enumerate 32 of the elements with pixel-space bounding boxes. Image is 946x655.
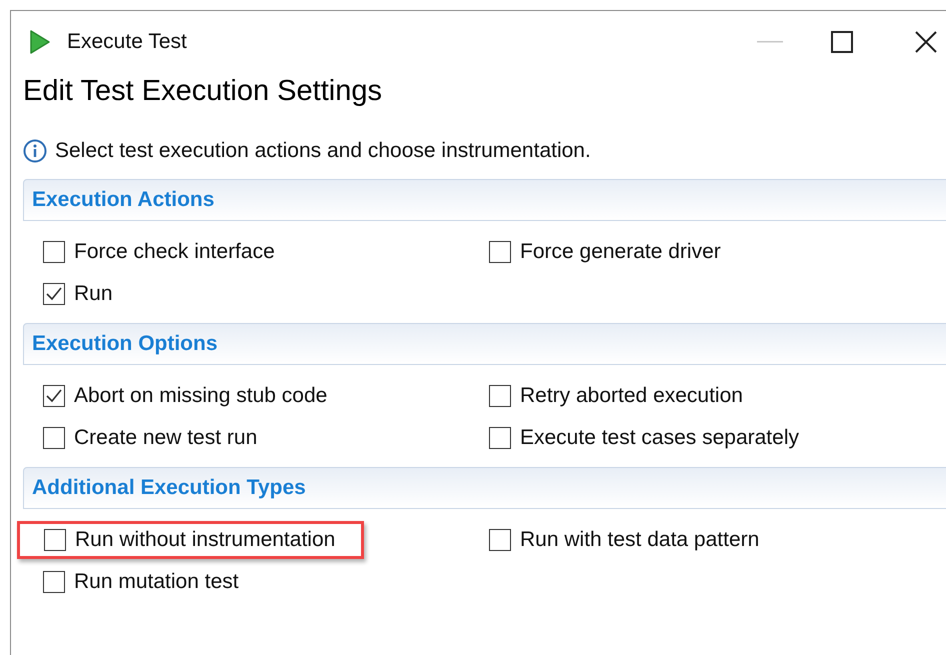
checkbox-option[interactable]: Run mutation test [43, 566, 239, 598]
checkbox[interactable] [489, 385, 511, 407]
checkbox-option[interactable]: Run [43, 278, 113, 310]
checkbox-option[interactable]: Run with test data pattern [489, 524, 760, 556]
checkbox-option[interactable]: Retry aborted execution [489, 380, 743, 412]
checkbox-option[interactable]: Execute test cases separately [489, 422, 799, 454]
checkbox[interactable] [43, 571, 65, 593]
close-icon[interactable] [915, 31, 937, 53]
checkbox[interactable] [489, 241, 511, 263]
checkbox-option[interactable]: Abort on missing stub code [43, 380, 328, 412]
checkbox[interactable] [43, 283, 65, 305]
play-icon [29, 29, 51, 55]
checkbox[interactable] [43, 385, 65, 407]
checkmark-icon [46, 389, 62, 403]
checkbox[interactable] [489, 427, 511, 449]
dialog-heading: Edit Test Execution Settings [23, 74, 383, 109]
checkbox[interactable] [44, 529, 66, 551]
info-icon [23, 139, 47, 163]
section-header: Execution Options [23, 323, 946, 365]
checkmark-icon [46, 287, 62, 301]
checkbox-option[interactable]: Run without instrumentation [17, 521, 364, 559]
checkbox-option[interactable]: Create new test run [43, 422, 258, 454]
info-message: Select test execution actions and choose instrumentation. [55, 138, 591, 164]
checkbox[interactable] [43, 427, 65, 449]
checkbox-option[interactable]: Force generate driver [489, 236, 721, 268]
section-header: Additional Execution Types [23, 467, 946, 509]
section-header: Execution Actions [23, 179, 946, 221]
checkbox-option[interactable]: Force check interface [43, 236, 275, 268]
checkbox[interactable] [43, 241, 65, 263]
checkbox[interactable] [489, 529, 511, 551]
maximize-icon[interactable] [831, 31, 853, 53]
window-title: Execute Test [67, 29, 187, 56]
